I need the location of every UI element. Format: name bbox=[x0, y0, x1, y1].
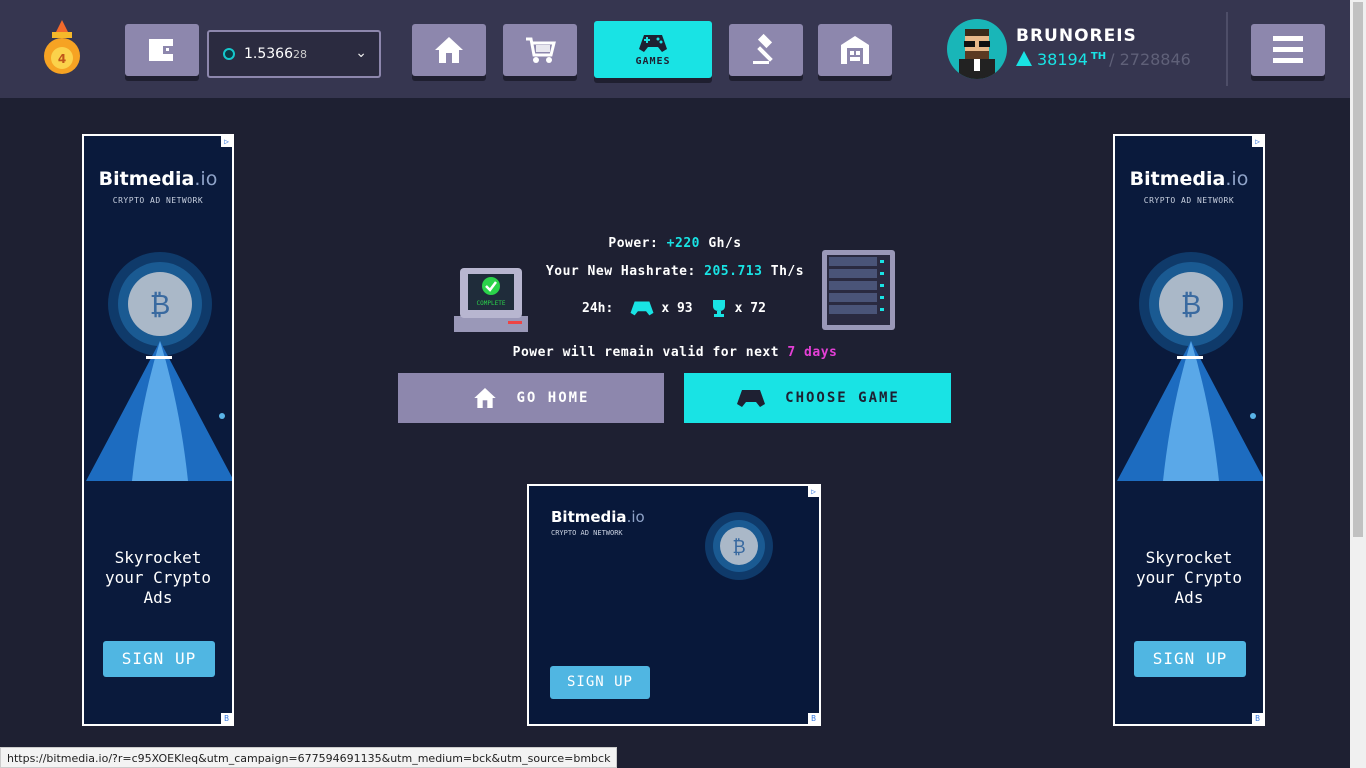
ad-signup-button[interactable]: SIGN UP bbox=[550, 666, 650, 699]
balance-small: 28 bbox=[293, 47, 307, 61]
storage-icon bbox=[841, 36, 869, 64]
svg-text:₿: ₿ bbox=[1181, 288, 1202, 321]
hashrate-total: / 2728846 bbox=[1109, 50, 1191, 69]
choose-game-button[interactable]: CHOOSE GAME bbox=[684, 373, 951, 423]
coin-icon bbox=[223, 48, 235, 60]
status-bar-url: https://bitmedia.io/?r=c95XOEKleq&utm_ca… bbox=[0, 747, 618, 768]
power-unit: Gh/s bbox=[708, 236, 742, 251]
ad-signup-button[interactable]: SIGN UP bbox=[1134, 641, 1246, 677]
ad-copy-line-1: Skyrocket bbox=[1145, 548, 1233, 567]
bitcoin-moon-icon: ₿ bbox=[705, 512, 773, 580]
home-icon bbox=[435, 37, 463, 63]
go-home-button[interactable]: GO HOME bbox=[398, 373, 664, 423]
svg-text:₿: ₿ bbox=[150, 288, 171, 321]
ad-copy-line-1: Skyrocket bbox=[114, 548, 202, 567]
daily-stats: 24h: x 93 x 72 bbox=[582, 298, 766, 318]
ad-badge-icon[interactable]: B bbox=[1252, 713, 1263, 724]
ad-choices-icon[interactable]: ▷ bbox=[1252, 136, 1263, 147]
nav-storage-button[interactable] bbox=[818, 24, 892, 76]
stats-period: 24h: bbox=[582, 300, 614, 316]
validity-line: Power will remain valid for next 7 days bbox=[0, 345, 1350, 360]
auction-icon bbox=[753, 33, 773, 64]
gamepad-icon bbox=[639, 35, 667, 52]
gamepad-icon bbox=[630, 301, 654, 316]
ad-brand: Bitmedia.io bbox=[1115, 168, 1263, 190]
avatar-icon bbox=[959, 29, 995, 79]
choose-game-label: CHOOSE GAME bbox=[785, 390, 900, 406]
ad-copy-line-3: Ads bbox=[143, 588, 173, 607]
ad-brand-suffix: .io bbox=[626, 508, 645, 526]
ad-copy-line-2: your Crypto bbox=[1136, 568, 1242, 587]
go-home-label: GO HOME bbox=[516, 390, 590, 406]
divider bbox=[1226, 12, 1228, 86]
user-hashrate: 38194 TH/ 2728846 bbox=[1016, 50, 1191, 69]
ad-signup-button[interactable]: SIGN UP bbox=[103, 641, 215, 677]
ad-copy: Skyrocket your Crypto Ads bbox=[84, 548, 232, 608]
ad-badge-icon[interactable]: B bbox=[808, 713, 819, 724]
games-count: x 93 bbox=[661, 300, 693, 316]
new-hashrate-label: Your New Hashrate: bbox=[545, 264, 696, 279]
logo-icon[interactable]: 4 bbox=[38, 20, 86, 78]
svg-text:4: 4 bbox=[58, 52, 66, 66]
balance-dropdown[interactable]: 1.5366 28 ⌄ bbox=[207, 30, 381, 78]
username[interactable]: BRUNOREIS bbox=[1016, 26, 1137, 46]
new-hashrate-unit: Th/s bbox=[770, 264, 805, 279]
ad-copy-line-2: your Crypto bbox=[105, 568, 211, 587]
nav-auction-button[interactable] bbox=[729, 24, 803, 76]
ad-banner-bottom[interactable]: Bitmedia.io CRYPTO AD NETWORK ₿ SIGN UP … bbox=[527, 484, 821, 726]
nav-games-button[interactable]: GAMES bbox=[594, 21, 712, 78]
ad-brand-name: Bitmedia bbox=[551, 508, 627, 526]
new-hashrate-line: Your New Hashrate: 205.713 Th/s bbox=[0, 264, 1350, 279]
ad-copy-line-3: Ads bbox=[1174, 588, 1204, 607]
ad-brand-suffix: .io bbox=[194, 168, 218, 190]
new-hashrate-value: 205.713 bbox=[704, 264, 763, 279]
chevron-down-icon: ⌄ bbox=[355, 45, 367, 61]
ad-copy: Skyrocket your Crypto Ads bbox=[1115, 548, 1263, 608]
ad-brand-name: Bitmedia bbox=[1129, 168, 1226, 190]
server-rack-icon bbox=[822, 250, 895, 330]
complete-label: COMPLETE bbox=[477, 300, 506, 307]
balance-main: 1.5366 bbox=[244, 46, 293, 62]
nav-shop-button[interactable] bbox=[503, 24, 577, 76]
top-bar: 4 1.5366 28 ⌄ GAMES BRUNOREIS 38194 TH/ 27… bbox=[0, 0, 1350, 98]
ad-brand-name: Bitmedia bbox=[98, 168, 195, 190]
ad-brand: Bitmedia.io bbox=[551, 508, 645, 526]
hashrate-value: 38194 bbox=[1037, 50, 1088, 69]
ad-choices-icon[interactable]: ▷ bbox=[221, 136, 232, 147]
power-label: Power: bbox=[608, 236, 659, 251]
ad-badge-icon[interactable]: B bbox=[221, 713, 232, 724]
nav-games-label: GAMES bbox=[635, 56, 671, 67]
hashrate-unit: TH bbox=[1090, 50, 1107, 62]
ad-banner-left[interactable]: Bitmedia.io CRYPTO AD NETWORK ₿ Skyrocke… bbox=[82, 134, 234, 726]
cart-icon bbox=[526, 37, 556, 63]
ad-choices-icon[interactable]: ▷ bbox=[808, 486, 819, 497]
nav-home-button[interactable] bbox=[412, 24, 486, 76]
wallet-button[interactable] bbox=[125, 24, 199, 76]
avatar[interactable] bbox=[947, 19, 1007, 79]
trophies-count: x 72 bbox=[734, 300, 766, 316]
power-value: +220 bbox=[666, 236, 700, 251]
power-line: Power: +220 Gh/s bbox=[0, 236, 1350, 251]
ad-banner-right[interactable]: Bitmedia.io CRYPTO AD NETWORK ₿ Skyrocke… bbox=[1113, 134, 1265, 726]
ad-brand: Bitmedia.io bbox=[84, 168, 232, 190]
svg-text:₿: ₿ bbox=[732, 537, 745, 558]
validity-text: Power will remain valid for next bbox=[512, 345, 780, 360]
wallet-icon bbox=[149, 39, 175, 61]
ad-subtitle: CRYPTO AD NETWORK bbox=[551, 529, 623, 537]
rank-up-icon bbox=[1016, 51, 1032, 66]
ad-subtitle: CRYPTO AD NETWORK bbox=[1143, 196, 1235, 205]
gamepad-icon bbox=[737, 390, 766, 407]
scrollbar-thumb[interactable] bbox=[1353, 2, 1363, 537]
trophy-icon bbox=[712, 300, 725, 317]
home-icon bbox=[474, 388, 497, 408]
ad-subtitle: CRYPTO AD NETWORK bbox=[112, 196, 204, 205]
scrollbar[interactable] bbox=[1350, 0, 1366, 768]
validity-value: 7 days bbox=[787, 345, 838, 360]
menu-button[interactable] bbox=[1251, 24, 1325, 76]
ad-brand-suffix: .io bbox=[1225, 168, 1249, 190]
